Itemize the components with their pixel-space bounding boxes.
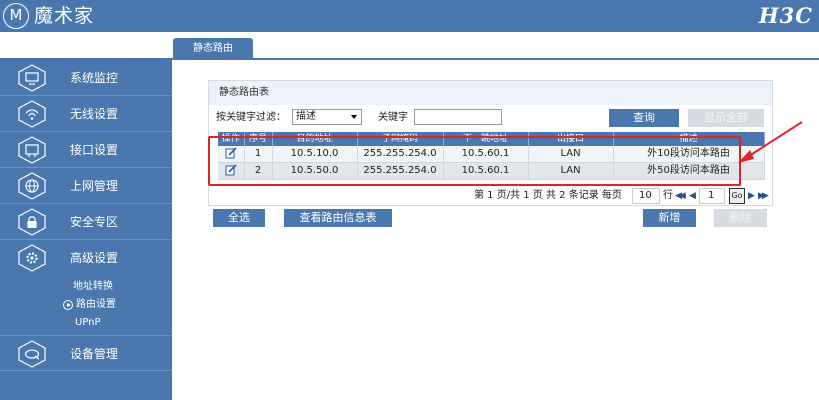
pager-summary: 第 1 页/共 1 页 共 2 条记录 每页 bbox=[474, 190, 622, 201]
prev-page-icon[interactable]: ◀ bbox=[689, 190, 696, 202]
top-bar: M 魔术家 H3C bbox=[0, 0, 819, 32]
sidebar-item-wireless[interactable]: 无线设置 bbox=[0, 96, 172, 132]
sidebar-item-label: 系统监控 bbox=[70, 71, 119, 85]
filter-field-select[interactable]: 描述 bbox=[292, 109, 362, 125]
highlight-box bbox=[208, 136, 741, 186]
panel-header: 静态路由表 bbox=[209, 81, 772, 105]
brand-name: 魔术家 bbox=[34, 5, 95, 27]
page-size-field[interactable]: 10 bbox=[632, 188, 660, 204]
sidebar-subitem-label: 路由设置 bbox=[76, 299, 116, 310]
filter-field-value: 描述 bbox=[296, 111, 316, 122]
sidebar-item-label: 安全专区 bbox=[70, 215, 119, 229]
brand-logo: M bbox=[3, 3, 29, 29]
sidebar-item-system-monitor[interactable]: 系统监控 bbox=[0, 60, 172, 96]
sidebar-item-label: 上网管理 bbox=[70, 179, 119, 193]
filter-label: 按关键字过滤： bbox=[216, 112, 286, 123]
select-all-button[interactable]: 全选 bbox=[213, 209, 265, 227]
monitor-icon bbox=[18, 64, 46, 92]
sidebar-item-label: 高级设置 bbox=[70, 251, 119, 265]
sidebar-item-security[interactable]: 安全专区 bbox=[0, 204, 172, 240]
tab-strip: 静态路由 bbox=[0, 32, 819, 60]
sidebar-item-label: 接口设置 bbox=[70, 143, 119, 157]
sidebar-item-internet[interactable]: 上网管理 bbox=[0, 168, 172, 204]
sidebar-item-label: 无线设置 bbox=[70, 107, 119, 121]
current-page-field[interactable]: 1 bbox=[699, 188, 725, 204]
annotation-arrow-icon bbox=[738, 121, 803, 163]
chevron-down-icon bbox=[351, 115, 357, 119]
panel-title: 静态路由表 bbox=[219, 87, 269, 98]
tab-static-route[interactable]: 静态路由 bbox=[173, 38, 253, 60]
query-button[interactable]: 查询 bbox=[609, 109, 679, 127]
view-route-info-button[interactable]: 查看路由信息表 bbox=[284, 209, 392, 227]
sidebar-item-interface[interactable]: 接口设置 bbox=[0, 132, 172, 168]
next-page-icon[interactable]: ▶ bbox=[748, 190, 755, 202]
lock-icon bbox=[18, 208, 46, 236]
globe-icon bbox=[18, 172, 46, 200]
sidebar: 系统监控 无线设置 接口设置 上网管理 安全专区 高级设置 地址转换 路由设置 … bbox=[0, 60, 172, 400]
sidebar-subitem-upnp[interactable]: UPnP bbox=[0, 314, 172, 332]
first-page-icon[interactable]: ◀◀ bbox=[675, 190, 686, 202]
delete-button[interactable]: 删除 bbox=[714, 209, 767, 227]
keyword-input[interactable] bbox=[414, 109, 502, 125]
vendor-logo: H3C bbox=[758, 3, 813, 28]
sidebar-subitem-label: UPnP bbox=[75, 317, 101, 328]
gear-icon bbox=[18, 244, 46, 272]
keyword-label: 关键字 bbox=[378, 112, 408, 123]
sidebar-item-label: 设备管理 bbox=[70, 347, 119, 361]
device-icon bbox=[18, 340, 46, 368]
interface-icon bbox=[18, 136, 46, 164]
sidebar-item-advanced[interactable]: 高级设置 bbox=[0, 240, 172, 276]
add-button[interactable]: 新增 bbox=[643, 209, 696, 227]
page-size-label: 行 bbox=[663, 190, 673, 201]
arrow-bullet-icon bbox=[63, 300, 73, 310]
sidebar-subitem-routing[interactable]: 路由设置 bbox=[0, 296, 172, 314]
sidebar-subitem-nat[interactable]: 地址转换 bbox=[0, 278, 172, 296]
wifi-icon bbox=[18, 100, 46, 128]
last-page-icon[interactable]: ▶▶ bbox=[758, 190, 769, 202]
sidebar-subitem-label: 地址转换 bbox=[73, 281, 113, 292]
sidebar-item-device[interactable]: 设备管理 bbox=[0, 335, 172, 371]
go-button[interactable]: Go bbox=[729, 188, 745, 204]
